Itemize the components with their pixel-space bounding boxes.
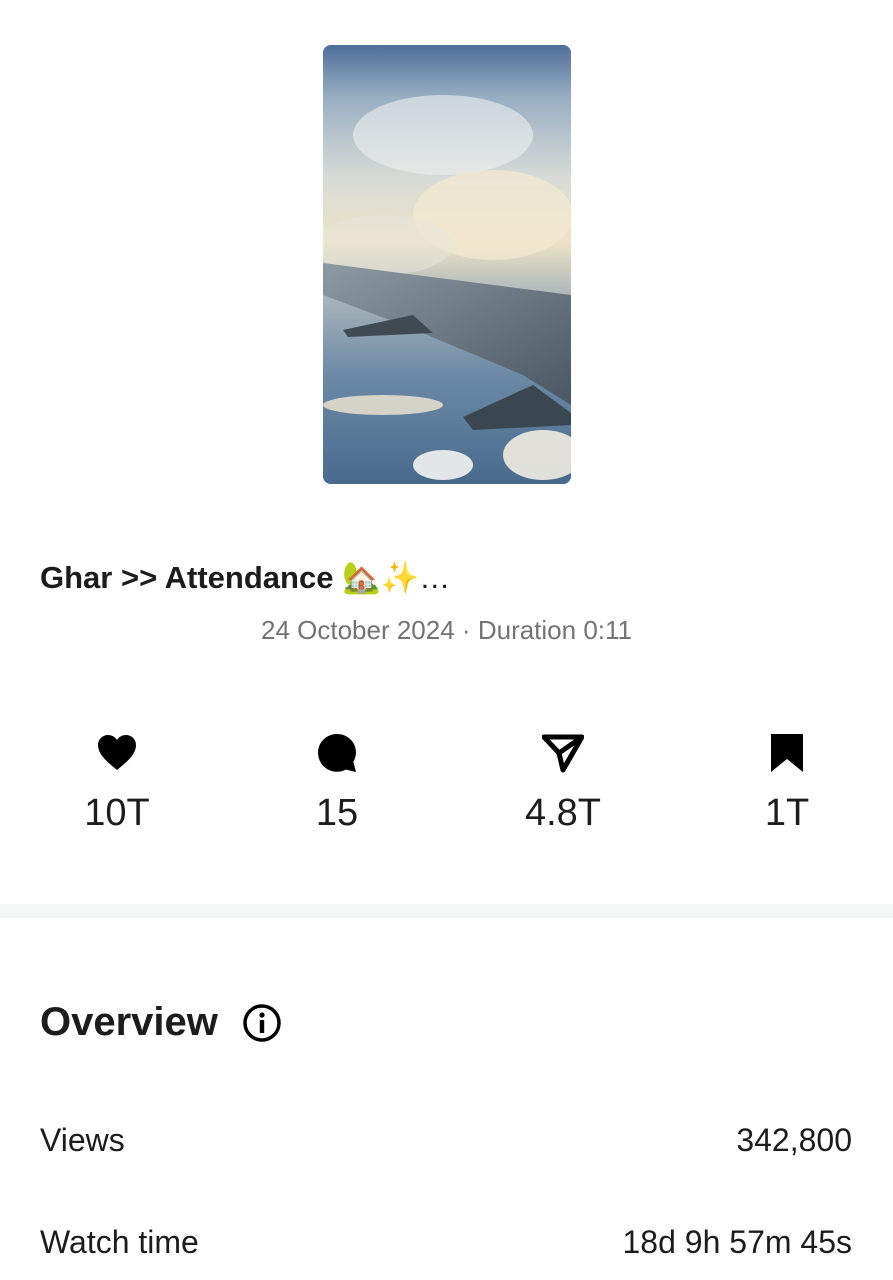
bookmark-icon bbox=[771, 734, 803, 772]
post-caption: Ghar >> Attendance 🏡✨… bbox=[40, 559, 450, 596]
meta-separator: · bbox=[461, 615, 471, 645]
section-divider bbox=[0, 904, 893, 918]
views-label: Views bbox=[40, 1122, 125, 1158]
video-thumbnail[interactable] bbox=[323, 45, 571, 484]
saves-metric: 1T bbox=[712, 730, 862, 835]
overview-title: Overview bbox=[40, 1000, 218, 1044]
shares-metric: 4.8T bbox=[488, 730, 638, 835]
post-duration: Duration 0:11 bbox=[477, 615, 632, 645]
caption-emoji: 🏡✨… bbox=[342, 560, 451, 595]
overview-header: Overview bbox=[40, 1000, 282, 1045]
saves-count: 1T bbox=[764, 792, 810, 834]
comment-icon bbox=[318, 734, 356, 772]
likes-metric: 10T bbox=[42, 730, 192, 835]
heart-icon bbox=[98, 735, 136, 770]
share-icon bbox=[542, 734, 584, 773]
info-icon[interactable] bbox=[242, 1003, 282, 1043]
views-value: 342,800 bbox=[736, 1122, 852, 1158]
watch-time-label: Watch time bbox=[40, 1224, 199, 1260]
watch-time-value: 18d 9h 57m 45s bbox=[622, 1224, 853, 1260]
comments-count: 15 bbox=[315, 792, 359, 834]
airplane-wing-image bbox=[323, 45, 571, 484]
caption-text: Ghar >> Attendance bbox=[40, 560, 334, 595]
post-meta: 24 October 2024 · Duration 0:11 bbox=[0, 615, 893, 646]
post-date: 24 October 2024 bbox=[260, 615, 455, 645]
comments-metric: 15 bbox=[262, 730, 412, 835]
watch-time-row: Watch time 18d 9h 57m 45s bbox=[40, 1224, 852, 1261]
engagement-metrics: 10T 15 4.8T 1T bbox=[0, 730, 893, 840]
views-row: Views 342,800 bbox=[40, 1122, 852, 1159]
likes-count: 10T bbox=[84, 792, 150, 834]
shares-count: 4.8T bbox=[524, 792, 602, 834]
